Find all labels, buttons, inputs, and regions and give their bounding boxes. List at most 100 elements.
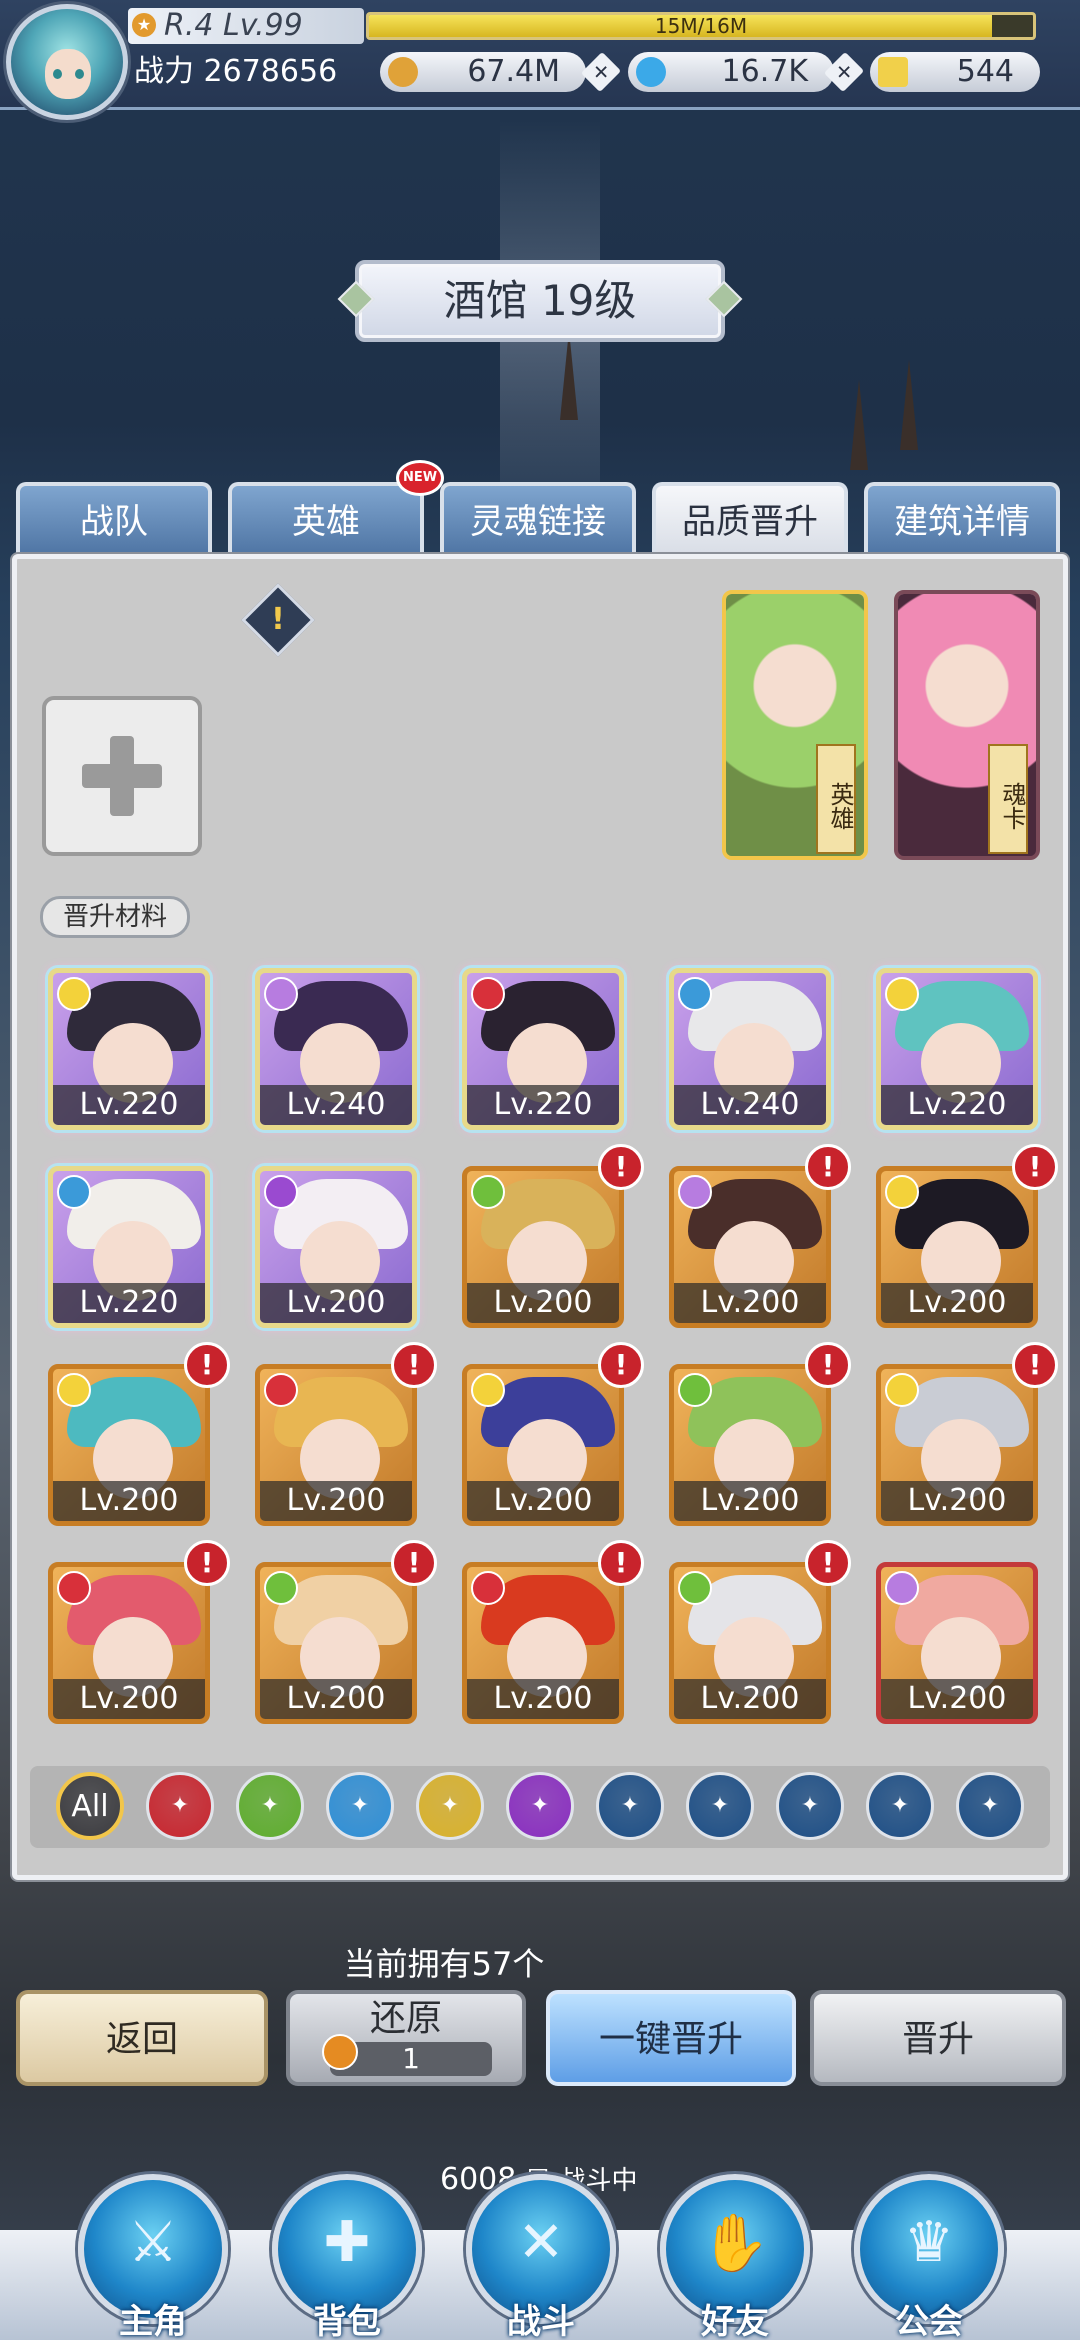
shield-class-filter-button[interactable]: ✦: [866, 1772, 934, 1840]
hero-tile[interactable]: Lv.200: [669, 1166, 831, 1328]
hero-tile[interactable]: Lv.220: [876, 968, 1038, 1130]
hero-tile[interactable]: Lv.200: [48, 1364, 210, 1526]
tab-building-details[interactable]: 建筑详情: [864, 482, 1060, 556]
hero-level: Lv.200: [53, 1481, 205, 1521]
gold-value: 67.4M: [467, 54, 560, 89]
alert-badge-icon: !: [805, 1540, 851, 1586]
guild-crest-icon: ♛: [903, 2210, 955, 2275]
swirl-class-filter-button[interactable]: ✦: [686, 1772, 754, 1840]
add-hero-slot[interactable]: [42, 696, 202, 856]
alert-badge-icon: !: [1012, 1144, 1058, 1190]
fire-element-icon: ✦: [170, 1793, 190, 1818]
alert-badge-icon: !: [184, 1540, 230, 1586]
water-element-icon: [678, 977, 712, 1011]
staff-class-filter-button[interactable]: ✦: [776, 1772, 844, 1840]
hero-tile[interactable]: Lv.220: [48, 1166, 210, 1328]
hero-level: Lv.200: [260, 1283, 412, 1323]
hero-tile[interactable]: Lv.200: [462, 1166, 624, 1328]
hero-tile[interactable]: Lv.200: [462, 1364, 624, 1526]
avatar-eye: [53, 69, 62, 79]
tab-soul-link[interactable]: 灵魂链接: [440, 482, 636, 556]
all-filter-button[interactable]: All: [56, 1772, 124, 1840]
crystal-resource: 544: [870, 52, 1040, 92]
alert-badge-icon: !: [598, 1342, 644, 1388]
hero-tile[interactable]: Lv.220: [48, 968, 210, 1130]
hero-tile[interactable]: Lv.220: [462, 968, 624, 1130]
fire-element-icon: [57, 1571, 91, 1605]
nav-label: 背包: [313, 2302, 381, 2340]
soul-card-button[interactable]: 魂卡: [894, 590, 1040, 860]
light-element-icon: [885, 977, 919, 1011]
diamond-resource: 16.7K: [628, 52, 834, 92]
earth-element-icon: [264, 1571, 298, 1605]
power-display: 战力 2678656: [134, 52, 370, 92]
crystal-value: 544: [956, 54, 1014, 89]
gold-resource: 67.4M: [380, 52, 586, 92]
light-element-filter-button[interactable]: ✦: [416, 1772, 484, 1840]
hero-tile[interactable]: Lv.200: [255, 1364, 417, 1526]
tab-team[interactable]: 战队: [16, 482, 212, 556]
hero-tile[interactable]: Lv.200: [876, 1562, 1038, 1724]
hero-tile[interactable]: Lv.200: [255, 1562, 417, 1724]
fire-element-filter-button[interactable]: ✦: [146, 1772, 214, 1840]
light-element-icon: [885, 1373, 919, 1407]
alert-badge-icon: !: [1012, 1342, 1058, 1388]
fire-element-icon: [471, 1571, 505, 1605]
sword-class-filter-button[interactable]: ✦: [596, 1772, 664, 1840]
wing-class-filter-button[interactable]: ✦: [956, 1772, 1024, 1840]
hero-level: Lv.200: [53, 1679, 205, 1719]
promote-button[interactable]: 晋升: [810, 1990, 1066, 2086]
player-avatar[interactable]: [6, 4, 128, 120]
tab-quality-promotion[interactable]: 品质晋升: [652, 482, 848, 556]
alert-badge-icon: !: [184, 1342, 230, 1388]
crystal-icon: [878, 57, 908, 87]
swirl-class-icon: ✦: [710, 1793, 730, 1818]
hero-tile[interactable]: Lv.240: [255, 968, 417, 1130]
hero-level: Lv.200: [260, 1481, 412, 1521]
power-label: 战力: [134, 54, 194, 89]
hero-card-button[interactable]: 英雄: [722, 590, 868, 860]
back-button[interactable]: 返回: [16, 1990, 268, 2086]
earth-element-icon: [678, 1571, 712, 1605]
exp-bar-text: 15M/16M: [654, 14, 748, 38]
hero-tile[interactable]: Lv.200: [669, 1562, 831, 1724]
alert-badge-icon: !: [391, 1342, 437, 1388]
avatar-eye: [75, 69, 84, 79]
wind-element-icon: [57, 977, 91, 1011]
tab-heroes[interactable]: 英雄: [228, 482, 424, 556]
helmet-icon: ⚔: [127, 2210, 179, 2275]
fire-element-icon: [471, 977, 505, 1011]
wing-class-icon: ✦: [980, 1793, 1000, 1818]
hero-level: Lv.200: [467, 1481, 619, 1521]
hero-level: Lv.200: [467, 1679, 619, 1719]
nav-label: 主角: [119, 2302, 187, 2340]
diamond-value: 16.7K: [721, 54, 808, 89]
hero-tile[interactable]: Lv.200: [48, 1562, 210, 1724]
coin-icon: [388, 57, 418, 87]
warning-mark: !: [271, 602, 285, 637]
hero-level: Lv.200: [881, 1679, 1033, 1719]
hero-tile[interactable]: Lv.200: [876, 1364, 1038, 1526]
soul-card-label: 魂卡: [988, 744, 1028, 854]
one-click-promote-button[interactable]: 一键晋升: [546, 1990, 796, 2086]
earth-element-filter-button[interactable]: ✦: [236, 1772, 304, 1840]
arcane-element-icon: [885, 1571, 919, 1605]
staff-class-icon: ✦: [800, 1793, 820, 1818]
shield-class-icon: ✦: [890, 1793, 910, 1818]
avatar-face: [45, 49, 91, 99]
hero-tile[interactable]: Lv.200: [255, 1166, 417, 1328]
arcane-element-icon: [678, 1175, 712, 1209]
potion-icon: [322, 2034, 358, 2070]
hero-tile[interactable]: Lv.200: [462, 1562, 624, 1724]
hero-tile[interactable]: Lv.200: [876, 1166, 1038, 1328]
hero-level: Lv.220: [53, 1085, 205, 1125]
water-element-filter-button[interactable]: ✦: [326, 1772, 394, 1840]
hero-level: Lv.200: [260, 1679, 412, 1719]
dark-element-icon: ✦: [530, 1793, 550, 1818]
hero-tile[interactable]: Lv.240: [669, 968, 831, 1130]
alert-badge-icon: !: [805, 1144, 851, 1190]
hero-tile[interactable]: Lv.200: [669, 1364, 831, 1526]
nav-label: 公会: [895, 2302, 963, 2340]
water-element-icon: ✦: [350, 1793, 370, 1818]
dark-element-filter-button[interactable]: ✦: [506, 1772, 574, 1840]
